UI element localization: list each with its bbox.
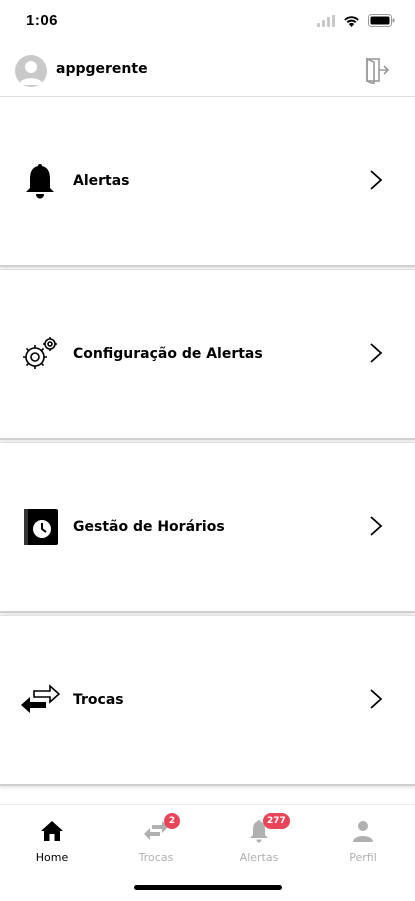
tab-alertas[interactable]: 277 Alertas (219, 813, 299, 875)
status-time: 1:06 (26, 12, 59, 29)
swap-arrows-icon (21, 684, 60, 713)
wifi-icon (344, 15, 359, 27)
bell-icon (26, 164, 54, 199)
menu-item-label: Gestão de Horários (73, 519, 225, 535)
app-header: appgerente (0, 50, 415, 94)
tab-label: Perfil (349, 851, 377, 864)
battery-icon (368, 14, 395, 27)
gears-icon (23, 337, 57, 369)
menu-list: Alertas Configuração de Alertas Gestão d… (0, 96, 415, 786)
menu-item-label: Trocas (73, 692, 124, 708)
logout-icon[interactable] (363, 56, 391, 84)
person-icon (353, 821, 373, 842)
chevron-right-icon (370, 170, 383, 190)
status-icons (317, 14, 395, 27)
username: appgerente (56, 61, 148, 77)
chevron-right-icon (370, 516, 383, 536)
tab-trocas[interactable]: 2 Trocas (116, 813, 196, 875)
tab-label: Alertas (239, 851, 279, 864)
clock-book-icon (24, 509, 58, 545)
chevron-right-icon (370, 343, 383, 363)
status-bar: 1:06 (0, 0, 415, 44)
menu-item-alertas[interactable]: Alertas (0, 96, 415, 267)
menu-item-gestao-horarios[interactable]: Gestão de Horários (0, 442, 415, 613)
badge-trocas: 2 (164, 813, 180, 829)
menu-item-label: Alertas (73, 173, 130, 189)
home-icon (41, 821, 63, 841)
avatar-person-icon (19, 61, 43, 85)
tab-home[interactable]: Home (12, 815, 92, 875)
chevron-right-icon (370, 689, 383, 709)
signal-icon (317, 14, 335, 27)
avatar[interactable] (15, 55, 47, 87)
home-indicator (134, 885, 282, 890)
tab-perfil[interactable]: Perfil (323, 815, 403, 875)
menu-item-label: Configuração de Alertas (73, 346, 263, 362)
menu-item-trocas[interactable]: Trocas (0, 615, 415, 786)
tab-label: Home (35, 851, 69, 864)
tab-label: Trocas (138, 851, 174, 864)
menu-item-configuracao-alertas[interactable]: Configuração de Alertas (0, 269, 415, 440)
badge-alertas: 277 (263, 813, 290, 829)
